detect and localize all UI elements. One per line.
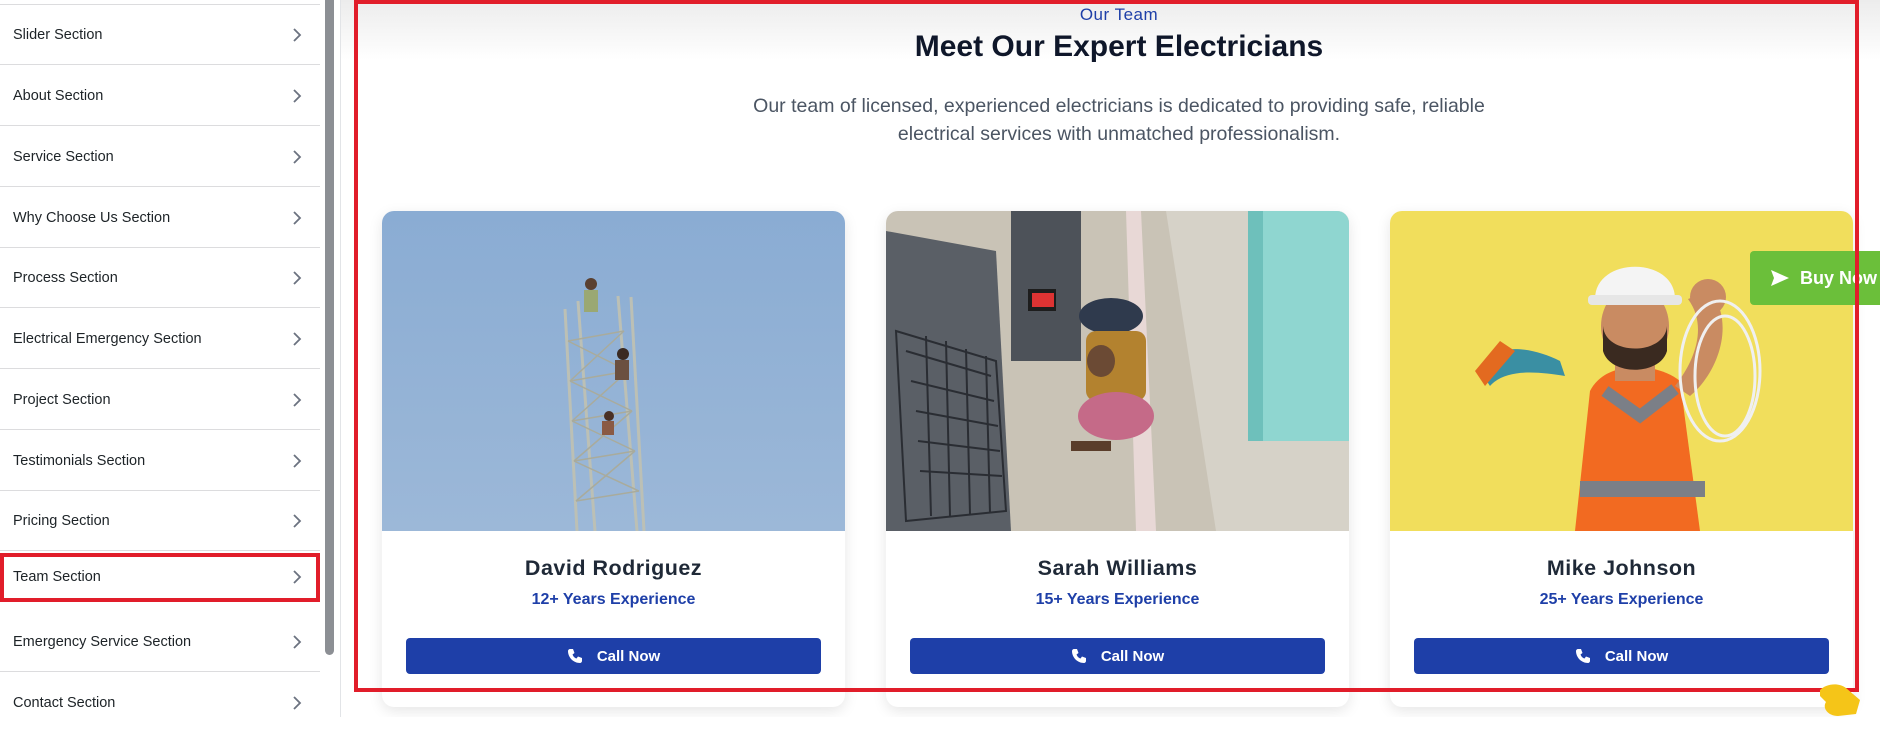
- chevron-right-icon: [293, 331, 302, 346]
- team-member-name: Sarah Williams: [1037, 556, 1198, 580]
- buy-now-button[interactable]: Buy Now: [1750, 251, 1880, 305]
- sidebar-item-service-section[interactable]: Service Section: [0, 127, 320, 187]
- section-eyebrow: Our Team: [1079, 5, 1159, 24]
- sidebar-item-label: Team Section: [13, 569, 101, 585]
- team-card: David Rodriguez 12+ Years Experience Cal…: [382, 211, 845, 707]
- chevron-right-icon: [293, 270, 302, 285]
- chevron-right-icon: [293, 634, 302, 649]
- sidebar-item-label: Project Section: [13, 391, 111, 408]
- phone-icon: [1071, 649, 1086, 663]
- sidebar-item-why-choose-us-section[interactable]: Why Choose Us Section: [0, 188, 320, 248]
- sidebar-item-about-section[interactable]: About Section: [0, 66, 320, 126]
- sidebar-item-label: Process Section: [13, 269, 118, 286]
- team-member-name: Mike Johnson: [1546, 556, 1697, 580]
- sidebar-item-pricing-section[interactable]: Pricing Section: [0, 491, 320, 551]
- chevron-right-icon: [293, 513, 302, 528]
- call-now-button[interactable]: Call Now: [406, 638, 821, 674]
- sidebar-item-slider-section[interactable]: Slider Section: [0, 5, 320, 65]
- buy-now-label: Buy Now: [1800, 267, 1878, 288]
- section-heading: Meet Our Expert Electricians: [914, 30, 1324, 63]
- call-now-label: Call Now: [1604, 647, 1669, 665]
- sidebar-item-process-section[interactable]: Process Section: [0, 248, 320, 308]
- chevron-right-icon: [293, 88, 302, 103]
- team-card: Sarah Williams 15+ Years Experience Call…: [886, 211, 1349, 707]
- chevron-right-icon: [293, 210, 302, 225]
- team-member-photo: [886, 211, 1349, 531]
- call-now-button[interactable]: Call Now: [910, 638, 1325, 674]
- sidebar-item-testimonials-section[interactable]: Testimonials Section: [0, 431, 320, 491]
- chevron-right-icon: [293, 696, 302, 710]
- call-now-button[interactable]: Call Now: [1414, 638, 1829, 674]
- chevron-right-icon: [293, 453, 302, 468]
- team-member-name: David Rodriguez: [524, 556, 703, 580]
- sidebar-item-team-section[interactable]: Team Section: [0, 553, 320, 602]
- phone-icon: [567, 649, 582, 663]
- sidebar-item-label: Slider Section: [13, 26, 103, 43]
- sidebar-item-label: Pricing Section: [13, 512, 110, 529]
- team-member-experience: 25+ Years Experience: [1539, 591, 1704, 608]
- sidebar-item-label: Testimonials Section: [13, 452, 146, 469]
- sidebar-item-label: Contact Section: [13, 695, 116, 711]
- section-description: Our team of licensed, experienced electr…: [753, 95, 1485, 145]
- phone-icon: [1575, 649, 1590, 663]
- sidebar-item-label: About Section: [13, 87, 104, 104]
- customizer-sidebar: Slider Section About Section Service Sec…: [0, 0, 320, 717]
- sidebar-item-emergency-service-section[interactable]: Emergency Service Section: [0, 612, 320, 672]
- sidebar-item-project-section[interactable]: Project Section: [0, 370, 320, 430]
- call-now-label: Call Now: [596, 647, 661, 665]
- sidebar-item-label: Service Section: [13, 148, 114, 165]
- team-member-experience: 15+ Years Experience: [1035, 591, 1200, 608]
- chevron-right-icon: [293, 27, 302, 42]
- sidebar-item-contact-section[interactable]: Contact Section: [0, 673, 320, 733]
- chevron-right-icon: [293, 570, 302, 584]
- site-preview: Our Team Meet Our Expert Electricians Ou…: [341, 0, 1880, 717]
- chevron-right-icon: [293, 149, 302, 164]
- call-now-label: Call Now: [1100, 647, 1165, 665]
- sidebar-item-electrical-emergency-section[interactable]: Electrical Emergency Section: [0, 309, 320, 369]
- chevron-right-icon: [293, 392, 302, 407]
- team-member-photo: [382, 211, 845, 531]
- pointer-cursor-icon: [1820, 684, 1860, 716]
- team-member-experience: 12+ Years Experience: [531, 591, 696, 608]
- sidebar-item-label: Why Choose Us Section: [13, 209, 171, 226]
- sidebar-item-label: Emergency Service Section: [13, 633, 192, 650]
- sidebar-scrollbar-thumb[interactable]: [325, 0, 334, 655]
- sidebar-item-label: Electrical Emergency Section: [13, 330, 202, 347]
- send-icon: [1771, 270, 1789, 286]
